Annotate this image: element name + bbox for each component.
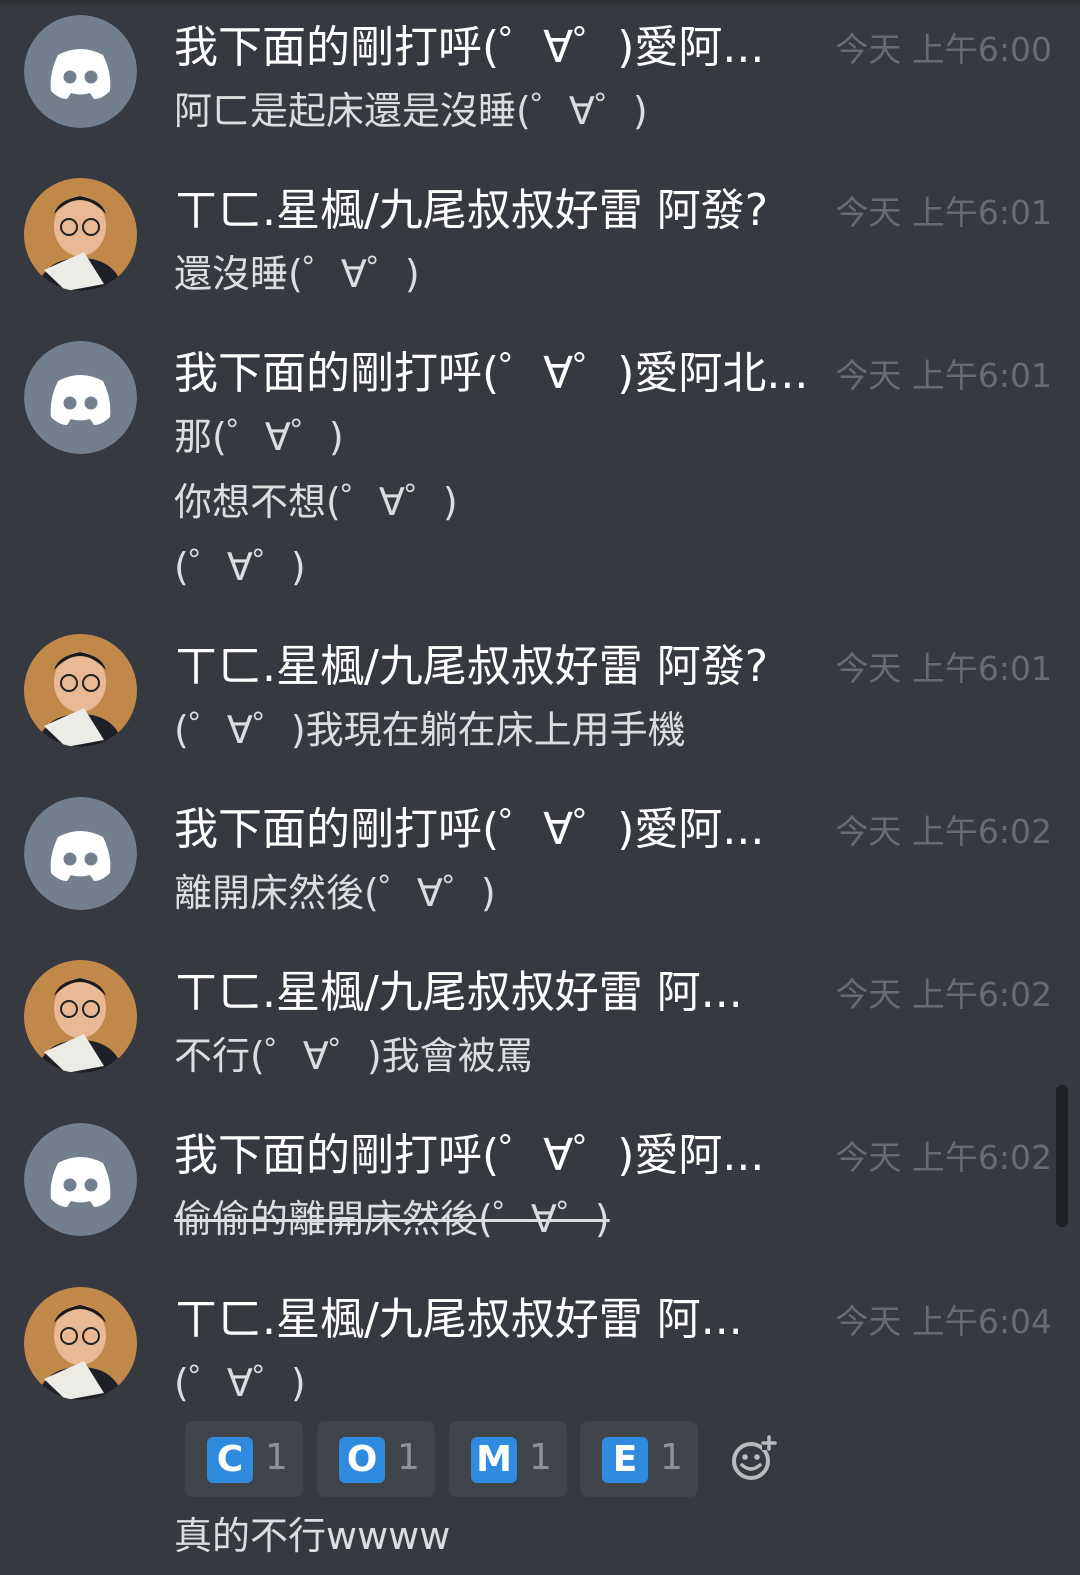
message-author[interactable]: ㄒㄈ.星楓/九尾叔叔好雷 阿... (174, 1292, 743, 1348)
reaction-count: 1 (265, 1437, 288, 1478)
message-text: 真的不行wwww (174, 1514, 451, 1558)
message-author[interactable]: 我下面的剛打呼(゜∀゜)愛阿... (174, 802, 764, 858)
message-author[interactable]: 我下面的剛打呼(゜∀゜)愛阿... (174, 1128, 764, 1184)
user-avatar[interactable] (24, 178, 137, 291)
message-text: (゜∀゜) (174, 545, 306, 589)
discord-default-avatar-icon[interactable] (24, 1123, 137, 1236)
add-reaction-icon[interactable] (728, 1434, 778, 1484)
message-timestamp: 今天 上午6:00 (835, 30, 1052, 69)
message-author[interactable]: 我下面的剛打呼(゜∀゜)愛阿北... (174, 346, 808, 402)
message-text: 那(゜∀゜) (174, 415, 344, 459)
message-timestamp: 今天 上午6:04 (835, 1302, 1052, 1341)
reaction-e[interactable]: E 1 (580, 1421, 698, 1497)
message-author[interactable]: ㄒㄈ.星楓/九尾叔叔好雷 阿發? (174, 183, 768, 239)
message-timestamp: 今天 上午6:01 (835, 649, 1052, 688)
reaction-c[interactable]: C 1 (185, 1421, 303, 1497)
user-avatar[interactable] (24, 960, 137, 1073)
regional-indicator-m-icon: M (471, 1437, 517, 1483)
reaction-count: 1 (660, 1437, 683, 1478)
user-avatar[interactable] (24, 634, 137, 747)
user-avatar[interactable] (24, 1287, 137, 1400)
regional-indicator-o-icon: O (339, 1437, 385, 1483)
message-text: 不行(゜∀゜)我會被罵 (174, 1034, 534, 1078)
message-author[interactable]: 我下面的剛打呼(゜∀゜)愛阿... (174, 20, 764, 76)
message-timestamp: 今天 上午6:01 (835, 356, 1052, 395)
reaction-m[interactable]: M 1 (449, 1421, 567, 1497)
message-timestamp: 今天 上午6:02 (835, 812, 1052, 851)
reaction-count: 1 (397, 1437, 420, 1478)
message-timestamp: 今天 上午6:02 (835, 1138, 1052, 1177)
message-timestamp: 今天 上午6:02 (835, 975, 1052, 1014)
message-author[interactable]: ㄒㄈ.星楓/九尾叔叔好雷 阿... (174, 965, 743, 1021)
chat-window: 我下面的剛打呼(゜∀゜)愛阿... 今天 上午6:00 阿ㄈ是起床還是沒睡(゜∀… (0, 0, 1080, 1575)
message-timestamp: 今天 上午6:01 (835, 193, 1052, 232)
scrollbar-thumb[interactable] (1056, 1085, 1068, 1227)
regional-indicator-c-icon: C (207, 1437, 253, 1483)
regional-indicator-e-icon: E (602, 1437, 648, 1483)
reaction-count: 1 (529, 1437, 552, 1478)
reaction-o[interactable]: O 1 (317, 1421, 435, 1497)
message-text: (゜∀゜)我現在躺在床上用手機 (174, 708, 686, 752)
discord-default-avatar-icon[interactable] (24, 15, 137, 128)
message-text: 阿ㄈ是起床還是沒睡(゜∀゜) (174, 89, 648, 133)
message-author[interactable]: ㄒㄈ.星楓/九尾叔叔好雷 阿發? (174, 639, 768, 695)
message-text: 偷偷的離開床然後(゜∀゜) (174, 1197, 610, 1241)
message-text: 離開床然後(゜∀゜) (174, 871, 496, 915)
message-text: (゜∀゜) (174, 1361, 306, 1405)
discord-default-avatar-icon[interactable] (24, 341, 137, 454)
top-edge-shadow (0, 0, 1080, 10)
message-text: 你想不想(゜∀゜) (174, 480, 458, 524)
message-text: 還沒睡(゜∀゜) (174, 252, 420, 296)
discord-default-avatar-icon[interactable] (24, 797, 137, 910)
